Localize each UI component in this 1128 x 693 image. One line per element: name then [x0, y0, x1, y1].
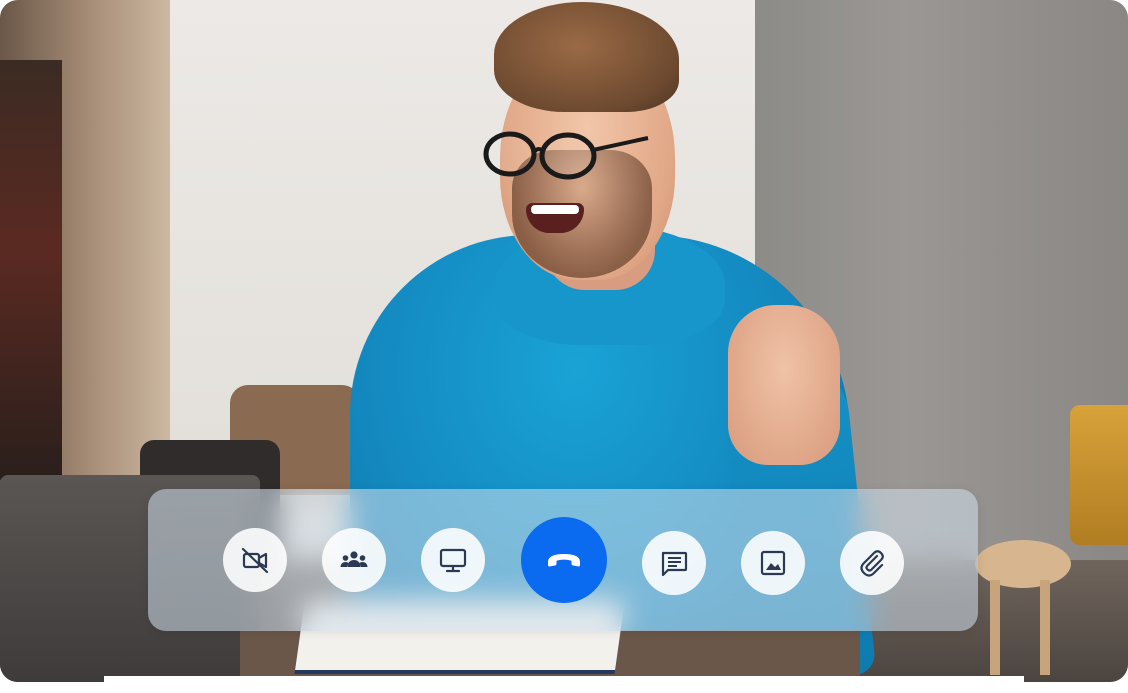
end-call-icon — [548, 554, 580, 567]
person-hair — [494, 2, 679, 112]
send-image-button[interactable] — [741, 531, 805, 595]
person-glasses — [483, 131, 649, 180]
attach-file-button[interactable] — [840, 531, 904, 595]
camera-off-icon — [241, 547, 269, 574]
image-icon — [760, 550, 786, 576]
chat-button[interactable] — [642, 531, 706, 595]
bottom-strip — [104, 676, 1024, 693]
participants-button[interactable] — [322, 528, 386, 592]
screen-share-icon — [439, 548, 467, 573]
stool-leg — [990, 580, 1000, 675]
person-teeth — [531, 205, 579, 214]
attachment-icon — [860, 550, 884, 577]
chat-icon — [661, 551, 688, 577]
call-control-bar — [148, 489, 978, 631]
background-shelf — [0, 60, 62, 480]
background-yellow-chair — [1070, 405, 1128, 545]
stool-leg — [1040, 580, 1050, 675]
participants-icon — [340, 551, 368, 567]
end-call-button[interactable] — [521, 517, 607, 603]
share-screen-button[interactable] — [421, 528, 485, 592]
toggle-camera-button[interactable] — [223, 528, 287, 592]
person-fist — [728, 305, 840, 465]
video-feed — [0, 0, 1128, 682]
